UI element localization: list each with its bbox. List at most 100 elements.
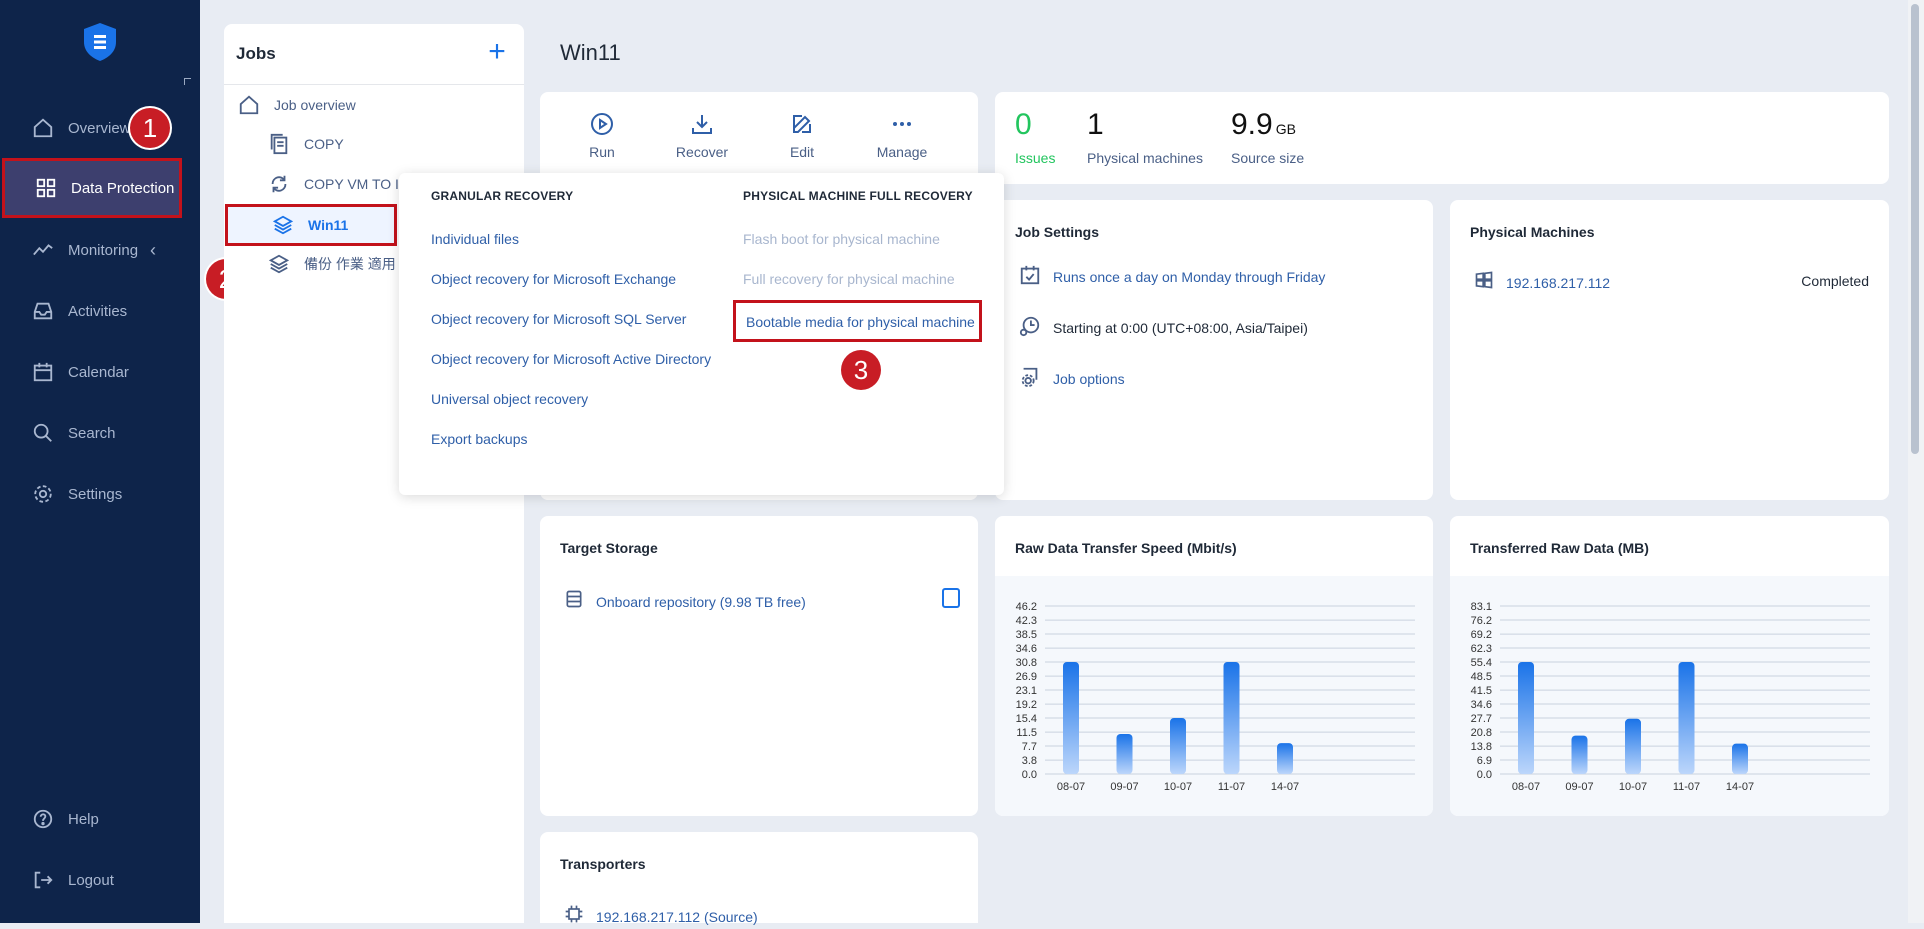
play-icon <box>562 110 642 138</box>
nav-overview[interactable]: Overview <box>0 103 200 153</box>
y-tick-label: 38.5 <box>1016 629 1037 641</box>
more-dots-icon <box>862 110 942 138</box>
x-tick-label: 08-07 <box>1512 781 1540 793</box>
scrollbar-thumb[interactable] <box>1911 4 1919 454</box>
calendar-check-icon <box>1019 264 1041 289</box>
y-tick-label: 11.5 <box>1016 727 1037 739</box>
y-tick-label: 13.8 <box>1471 741 1492 753</box>
start-time-text: Starting at 0:00 (UTC+08:00, Asia/Taipei… <box>1053 319 1308 336</box>
source-size-label: Source size <box>1231 150 1305 166</box>
x-tick-label: 11-07 <box>1673 781 1700 793</box>
bar[interactable] <box>1170 718 1186 774</box>
y-tick-label: 34.6 <box>1016 643 1037 655</box>
copy-job-icon <box>266 131 292 157</box>
bar[interactable] <box>1571 735 1588 774</box>
job-overview-item[interactable]: Job overview <box>236 86 516 124</box>
schedule-link[interactable]: Runs once a day on Monday through Friday <box>1053 269 1325 285</box>
bar[interactable] <box>1518 662 1534 774</box>
menu-item-bootable-media[interactable]: Bootable media for physical machine <box>733 300 982 342</box>
edit-button[interactable]: Edit <box>762 110 842 160</box>
y-tick-label: 20.8 <box>1471 727 1492 739</box>
y-tick-label: 26.9 <box>1016 671 1037 683</box>
physical-machines-card: Physical Machines 192.168.217.112 Comple… <box>1450 200 1889 500</box>
repository-checkbox[interactable] <box>942 588 960 608</box>
transporter-row[interactable]: 192.168.217.112 (Source) <box>564 904 758 929</box>
machine-row[interactable]: 192.168.217.112 <box>1474 270 1610 295</box>
x-tick-label: 08-07 <box>1057 781 1085 793</box>
job-item-selected[interactable]: Win11 <box>225 204 397 246</box>
bar[interactable] <box>1732 743 1748 774</box>
nav-logout[interactable]: Logout <box>0 855 200 905</box>
bar[interactable] <box>1116 734 1133 774</box>
nav-data-protection[interactable]: Data Protection <box>2 158 182 218</box>
backup-job-icon <box>270 212 296 238</box>
menu-item-sql-recovery[interactable]: Object recovery for Microsoft SQL Server <box>431 311 686 327</box>
nav-activities-label: Activities <box>68 302 128 320</box>
nav-search[interactable]: Search <box>0 408 200 458</box>
y-tick-label: 7.7 <box>1022 741 1037 753</box>
y-tick-label: 62.3 <box>1471 643 1492 655</box>
schedule-row: Runs once a day on Monday through Friday <box>1019 264 1325 289</box>
gear-icon <box>30 481 56 507</box>
storage-icon <box>564 588 584 615</box>
transfer-speed-chart: 0.0 3.8 7.7 11.5 15.4 19.2 23.1 26.9 30.8 34.6 38.… <box>1016 601 1415 793</box>
app-logo-icon[interactable] <box>82 22 118 62</box>
y-tick-label: 19.2 <box>1016 699 1037 711</box>
full-recovery-heading: PHYSICAL MACHINE FULL RECOVERY <box>743 189 973 203</box>
y-tick-label: 41.5 <box>1471 685 1492 697</box>
y-tick-label: 0.0 <box>1477 769 1492 781</box>
repository-link[interactable]: Onboard repository (9.98 TB free) <box>596 594 806 610</box>
transfer-speed-title: Raw Data Transfer Speed (Mbit/s) <box>1015 540 1237 556</box>
download-icon <box>662 110 742 138</box>
repository-row[interactable]: Onboard repository (9.98 TB free) <box>564 588 806 615</box>
nav-help[interactable]: Help <box>0 794 200 844</box>
run-button[interactable]: Run <box>562 110 642 160</box>
job-overview-label: Job overview <box>274 97 356 113</box>
menu-item-ad-recovery[interactable]: Object recovery for Microsoft Active Dir… <box>431 351 711 367</box>
menu-item-export-backups[interactable]: Export backups <box>431 431 528 447</box>
y-tick-label: 69.2 <box>1471 629 1492 641</box>
transporters-title: Transporters <box>560 856 646 872</box>
job-item[interactable]: COPY <box>266 125 516 163</box>
nav-help-label: Help <box>68 810 99 828</box>
nav-search-label: Search <box>68 424 116 442</box>
job-item-label: COPY <box>304 136 344 152</box>
source-size-number: 9.9 <box>1231 108 1273 141</box>
recover-button[interactable]: Recover <box>662 110 742 160</box>
bar[interactable] <box>1678 662 1695 774</box>
jobs-title: Jobs <box>236 44 276 63</box>
bar[interactable] <box>1063 662 1079 774</box>
home-icon <box>236 92 262 118</box>
nav-settings[interactable]: Settings <box>0 469 200 519</box>
menu-item-universal-recovery[interactable]: Universal object recovery <box>431 391 588 407</box>
issues-count: 0 <box>1015 108 1032 141</box>
y-tick-label: 46.2 <box>1016 601 1037 613</box>
run-label: Run <box>589 144 615 160</box>
bar[interactable] <box>1625 718 1641 774</box>
job-settings-title: Job Settings <box>1015 224 1100 240</box>
nav-settings-label: Settings <box>68 485 123 503</box>
nav-monitoring[interactable]: Monitoring ‹ <box>0 225 200 275</box>
y-tick-label: 83.1 <box>1471 601 1492 613</box>
menu-item-exchange-recovery[interactable]: Object recovery for Microsoft Exchange <box>431 271 676 287</box>
y-tick-label: 76.2 <box>1471 615 1492 627</box>
bar[interactable] <box>1223 662 1240 774</box>
transporter-link[interactable]: 192.168.217.112 (Source) <box>596 909 758 925</box>
chevron-left-icon: ‹ <box>150 239 157 260</box>
machine-ip-link[interactable]: 192.168.217.112 <box>1506 275 1610 291</box>
y-tick-label: 15.4 <box>1016 713 1037 725</box>
step-badge-3: 3 <box>841 350 881 390</box>
sidebar: Overview Data Protection Monitoring ‹ Ac… <box>0 0 200 923</box>
machine-status: Completed <box>1801 273 1869 289</box>
job-options-link[interactable]: Job options <box>1053 371 1125 387</box>
menu-item-individual-files[interactable]: Individual files <box>431 231 519 247</box>
manage-button[interactable]: Manage <box>862 110 942 160</box>
bar[interactable] <box>1277 743 1293 774</box>
add-job-button[interactable]: + <box>482 37 512 68</box>
nav-calendar[interactable]: Calendar <box>0 347 200 397</box>
y-tick-label: 48.5 <box>1471 671 1492 683</box>
collapse-sidebar-icon[interactable] <box>184 78 191 85</box>
menu-item-flash-boot: Flash boot for physical machine <box>743 231 940 247</box>
nav-activities[interactable]: Activities <box>0 286 200 336</box>
replication-job-icon <box>266 171 292 197</box>
